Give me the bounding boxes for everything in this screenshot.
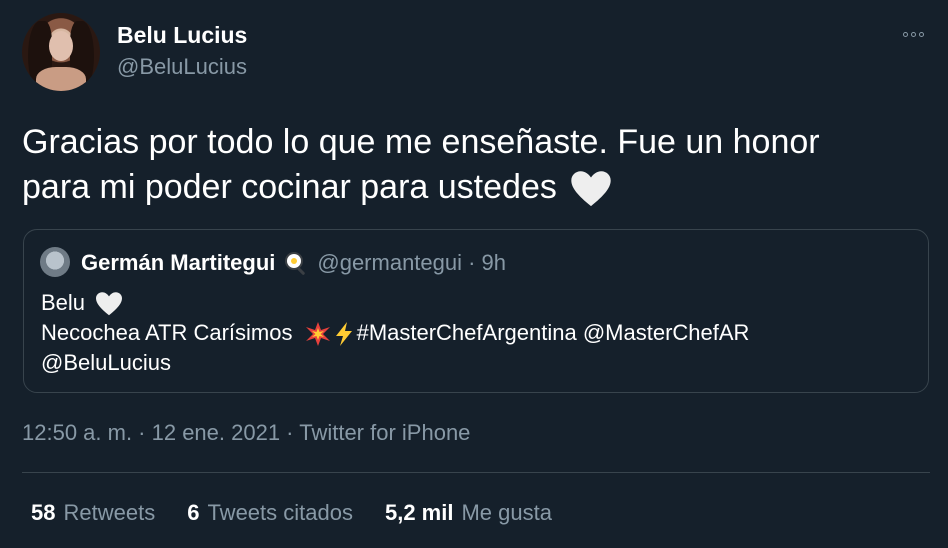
quoted-author-name[interactable]: Germán Martitegui xyxy=(81,250,275,276)
mention-link[interactable]: @MasterChefAR xyxy=(583,320,750,345)
quoted-author-avatar[interactable] xyxy=(40,247,70,277)
retweets-label: Retweets xyxy=(63,500,156,525)
dot-icon xyxy=(903,31,908,37)
hashtag-link[interactable]: #MasterChefArgentina xyxy=(357,320,577,345)
quotes-label: Tweets citados xyxy=(207,500,353,525)
tweet-line-2: para mi poder cocinar para ustedes xyxy=(22,168,557,206)
quoted-tweet[interactable]: Germán Martitegui @germantegui · 9h Belu… xyxy=(23,229,929,393)
quotes-count: 6 xyxy=(187,500,200,525)
likes-label: Me gusta xyxy=(461,500,552,525)
tweet-timestamp[interactable]: 12:50 a. m. · 12 ene. 2021 · Twitter for… xyxy=(22,420,470,446)
tweet-line-1: Gracias por todo lo que me enseñaste. Fu… xyxy=(22,123,820,161)
author-name[interactable]: Belu Lucius xyxy=(117,22,247,49)
quoted-author-meta: @germantegui · 9h xyxy=(317,250,507,275)
dot-icon xyxy=(911,31,916,37)
frying-pan-egg-icon xyxy=(285,252,306,275)
tweet-stats: 58 Retweets 6 Tweets citados 5,2 mil Me … xyxy=(31,500,584,526)
quote-tweets-stat[interactable]: 6 Tweets citados xyxy=(187,500,353,526)
retweets-stat[interactable]: 58 Retweets xyxy=(31,500,155,526)
likes-count: 5,2 mil xyxy=(384,500,454,525)
divider xyxy=(22,472,930,473)
quoted-line-2-text: Necochea ATR Carísimos xyxy=(41,320,293,345)
author-handle[interactable]: @BeluLucius xyxy=(117,54,247,80)
dot-icon xyxy=(919,31,924,37)
likes-stat[interactable]: 5,2 mil Me gusta xyxy=(385,500,552,526)
white-heart-icon xyxy=(571,171,611,207)
collision-icon xyxy=(305,322,330,347)
avatar-face xyxy=(49,31,73,61)
quoted-line-1: Belu xyxy=(41,290,86,315)
avatar[interactable] xyxy=(22,13,100,91)
retweets-count: 58 xyxy=(31,500,56,525)
high-voltage-icon xyxy=(335,322,352,347)
white-heart-icon xyxy=(96,292,123,316)
more-options-button[interactable] xyxy=(903,26,927,42)
tweet-text: Gracias por todo lo que me enseñaste. Fu… xyxy=(22,120,922,210)
avatar-shoulder xyxy=(36,67,86,91)
quoted-tweet-header: Germán Martitegui @germantegui · 9h xyxy=(81,250,506,276)
quoted-tweet-text: Belu Necochea ATR Carísimos #MasterChefA… xyxy=(41,288,911,378)
mention-link[interactable]: @BeluLucius xyxy=(41,350,171,375)
